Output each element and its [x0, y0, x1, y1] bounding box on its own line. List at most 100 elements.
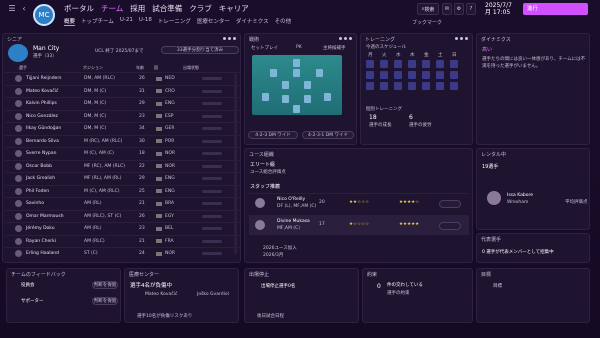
nav-match-prep[interactable]: 試合準備	[152, 3, 182, 14]
recommendation-row[interactable]: Nico O'Reilly DF (L), MF,AM (C) 20 ★★☆☆☆…	[249, 193, 469, 213]
bookmark-label[interactable]: ブックマーク	[412, 19, 442, 26]
tab-more[interactable]: その他	[275, 17, 292, 26]
formation-1-button[interactable]: 4-2-3 DM ワイド	[248, 131, 298, 139]
injured-player[interactable]: Joško Gvardiol	[197, 292, 229, 297]
board-status-button[interactable]: 判断を保留	[92, 281, 118, 289]
status-pill[interactable]	[202, 127, 222, 130]
help-icon[interactable]: ?	[466, 3, 476, 15]
player-name[interactable]: Erling Haaland	[26, 251, 84, 256]
squad-table-row[interactable]: Oscar Bobb MF (RC), AM (RLC) 22 NOR	[5, 159, 241, 172]
tab-overview[interactable]: 概要	[64, 17, 76, 26]
status-pill[interactable]	[202, 139, 222, 143]
squad-table-row[interactable]: Jérémy Doku AM (RL) 23 BEL	[5, 222, 241, 234]
training-session-icon[interactable]	[366, 71, 374, 79]
squad-table-row[interactable]: Kalvin Phillips DM, M (C) 29 ENG	[5, 97, 241, 109]
player-name[interactable]: Rayan Cherki	[26, 239, 84, 244]
training-session-icon[interactable]	[366, 60, 374, 68]
tab-first-team[interactable]: トップチーム	[81, 17, 114, 26]
player-name[interactable]: Jérémy Doku	[26, 226, 84, 231]
training-session-icon[interactable]	[366, 82, 374, 90]
training-session-icon[interactable]	[408, 71, 416, 79]
training-session-icon[interactable]	[450, 82, 458, 90]
training-session-icon[interactable]	[436, 71, 444, 79]
status-pill[interactable]	[202, 89, 222, 93]
training-session-icon[interactable]	[450, 60, 458, 68]
squad-table-row[interactable]: Erling Haaland ST (C) 24 NOR	[5, 247, 241, 259]
squad-table-row[interactable]: Bernardo Silva M (RC), AM (RLC) 30 POR	[5, 134, 241, 147]
col-status[interactable]: 出場状態	[183, 65, 199, 71]
col-player[interactable]: 選手	[19, 65, 27, 71]
tab-u18[interactable]: U-18	[139, 17, 152, 26]
tab-u21[interactable]: U-21	[120, 17, 133, 26]
squad-table-row[interactable]: Tijjani Reijnders DM, AM (RLC) 26 NED	[5, 72, 241, 84]
tactics-pitch[interactable]	[252, 55, 342, 115]
formation-2-button[interactable]: 4-2-3-1 DM ワイド	[302, 131, 354, 139]
nav-team[interactable]: チーム	[101, 3, 123, 14]
squad-table-row[interactable]: Mateo Kovačić DM, M (C) 31 CRO	[5, 84, 241, 97]
training-session-icon[interactable]	[394, 82, 402, 90]
rec-action-button[interactable]	[439, 222, 461, 230]
training-session-icon[interactable]	[422, 71, 430, 79]
training-session-icon[interactable]	[436, 60, 444, 68]
search-button[interactable]: ⌕ 検索	[417, 3, 439, 15]
status-pill[interactable]	[202, 214, 222, 218]
training-session-icon[interactable]	[380, 82, 388, 90]
squad-table-row[interactable]: Jack Grealish MF (RL), AM (RL) 29 ENG	[5, 172, 241, 184]
tab-dynamics[interactable]: ダイナミクス	[236, 17, 269, 26]
status-pill[interactable]	[202, 239, 222, 243]
status-pill[interactable]	[202, 77, 222, 80]
squad-table-row[interactable]: Rayan Cherki AM (RLC) 21 FRA	[5, 234, 241, 247]
training-session-icon[interactable]	[408, 82, 416, 90]
training-session-icon[interactable]	[436, 82, 444, 90]
training-session-icon[interactable]	[450, 71, 458, 79]
nav-club[interactable]: クラブ	[189, 3, 212, 14]
tab-medical[interactable]: 医療センター	[197, 17, 230, 26]
squad-table-row[interactable]: Phil Foden M (C), AM (RLC) 25 ENG	[5, 184, 241, 197]
panel-menu-icon[interactable]	[455, 37, 468, 40]
rec-action-button[interactable]	[439, 200, 461, 208]
col-nation[interactable]: 国	[154, 65, 158, 71]
pk-label[interactable]: PK	[296, 45, 302, 50]
status-pill[interactable]	[202, 164, 222, 168]
player-name[interactable]: Tijjani Reijnders	[26, 76, 84, 81]
player-name[interactable]: Omar Marmoush	[26, 214, 84, 219]
training-session-icon[interactable]	[380, 71, 388, 79]
squad-table-row[interactable]: Omar Marmoush AM (RLC), ST (C) 26 EGY	[5, 209, 241, 222]
player-name[interactable]: Bernardo Silva	[26, 139, 84, 144]
club-logo[interactable]: MC	[33, 4, 55, 26]
player-name[interactable]: Oscar Bobb	[26, 164, 84, 169]
player-name[interactable]: Sverre Nypan	[26, 151, 84, 156]
panel-menu-icon[interactable]	[339, 37, 352, 40]
status-pill[interactable]	[202, 102, 222, 105]
injured-player[interactable]: Mateo Kovačić	[145, 292, 177, 297]
status-pill[interactable]	[202, 177, 222, 180]
squad-scrollbar[interactable]	[234, 74, 237, 254]
setplay-label[interactable]: セットプレイ	[251, 45, 278, 51]
status-pill[interactable]	[202, 152, 222, 155]
captain-label[interactable]: 主将候補手	[323, 45, 346, 51]
nav-career[interactable]: キャリア	[219, 3, 249, 14]
player-name[interactable]: Phil Foden	[26, 189, 84, 194]
menu-icon[interactable]: ☰	[6, 4, 18, 14]
mail-icon[interactable]: ✉	[442, 3, 452, 15]
player-name[interactable]: Savinho	[26, 201, 84, 206]
tab-training[interactable]: トレーニング	[158, 17, 191, 26]
training-session-icon[interactable]	[394, 60, 402, 68]
squad-table-row[interactable]: Ilkay Gündoğan DM, M (C) 34 GER	[5, 122, 241, 134]
training-session-icon[interactable]	[422, 82, 430, 90]
squad-table-row[interactable]: Savinho AM (RL) 21 BRA	[5, 197, 241, 209]
squad-table-row[interactable]: Nico González DM, M (C) 23 ESP	[5, 109, 241, 122]
status-pill[interactable]	[202, 227, 222, 230]
player-name[interactable]: Nico González	[26, 114, 84, 119]
back-icon[interactable]: ‹	[18, 4, 30, 14]
col-age[interactable]: 年齢	[136, 65, 144, 71]
assign-button[interactable]: 33選手分割り当て済み	[161, 46, 239, 54]
col-position[interactable]: ポジション	[83, 65, 103, 71]
nav-portal[interactable]: ポータル	[64, 3, 94, 14]
player-name[interactable]: Jack Grealish	[26, 176, 84, 181]
status-pill[interactable]	[202, 252, 222, 255]
status-pill[interactable]	[202, 202, 222, 205]
training-session-icon[interactable]	[422, 60, 430, 68]
training-session-icon[interactable]	[408, 60, 416, 68]
recommendation-row[interactable]: Divine Mukasa MF,AM (C) 17 ★☆☆☆☆ ★★★★★	[249, 215, 469, 235]
